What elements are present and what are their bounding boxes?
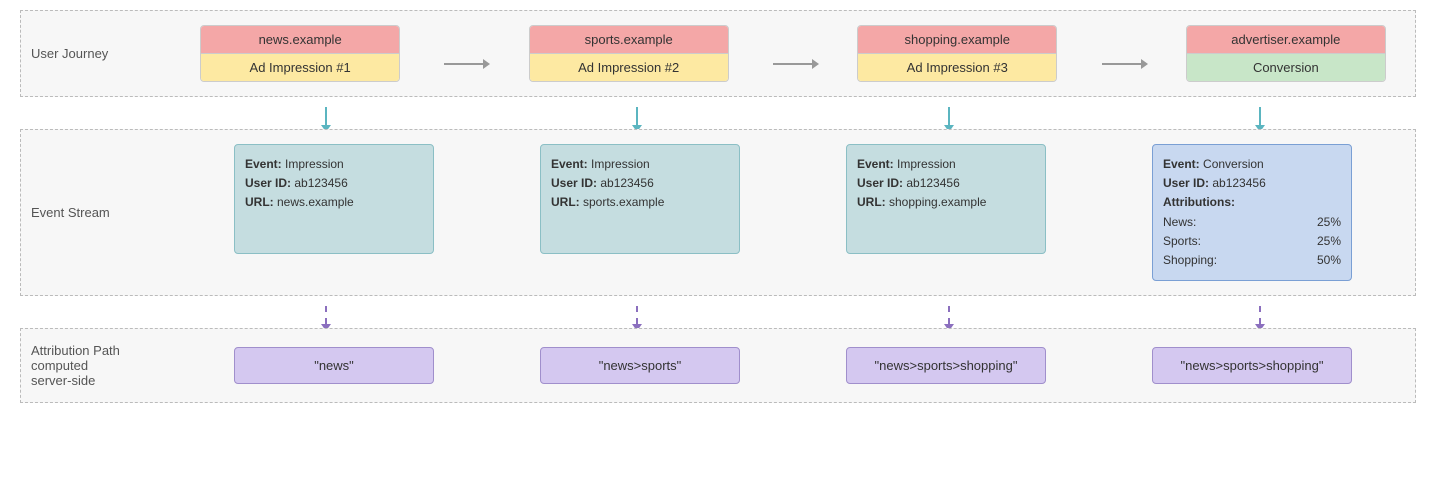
event-box-4-shopping: Shopping: 50% (1163, 251, 1341, 270)
event-box-2: Event: Impression User ID: ab123456 URL:… (540, 144, 740, 254)
journey-site-1: news.example (201, 26, 399, 54)
attribution-section: Attribution Path computed server-side "n… (20, 328, 1416, 403)
journey-event-2: Ad Impression #2 (530, 54, 728, 81)
attr-box-4: "news>sports>shopping" (1152, 347, 1352, 384)
event-box-4-sports-val: 25% (1317, 232, 1341, 251)
h-arrow-3 (1096, 63, 1148, 65)
user-journey-label: User Journey (31, 46, 181, 61)
journey-site-2: sports.example (530, 26, 728, 54)
teal-arrow-line-2 (636, 107, 638, 125)
journey-event-3: Ad Impression #3 (858, 54, 1056, 81)
h-arrow-2 (767, 63, 819, 65)
event-box-4-shopping-val: 50% (1317, 251, 1341, 270)
event-box-1: Event: Impression User ID: ab123456 URL:… (234, 144, 434, 254)
event-stream-section: Event Stream Event: Impression User ID: … (20, 129, 1416, 296)
teal-arrow-line-3 (948, 107, 950, 125)
h-arrow-1 (438, 63, 490, 65)
event-box-4-sports-label: Sports: (1163, 232, 1201, 251)
purple-arrow-dashed-4 (1259, 306, 1261, 324)
journey-box-3: shopping.example Ad Impression #3 (857, 25, 1057, 82)
event-box-2-event: Event: Impression (551, 155, 729, 174)
journey-box-2: sports.example Ad Impression #2 (529, 25, 729, 82)
h-arrow-line-1 (444, 63, 484, 65)
teal-arrows-row (170, 103, 1416, 132)
event-box-3-event: Event: Impression (857, 155, 1035, 174)
teal-arrow-line-1 (325, 107, 327, 125)
h-arrow-line-3 (1102, 63, 1142, 65)
event-box-3-url: URL: shopping.example (857, 193, 1035, 212)
event-box-2-userid: User ID: ab123456 (551, 174, 729, 193)
event-box-3-userid: User ID: ab123456 (857, 174, 1035, 193)
journey-site-3: shopping.example (858, 26, 1056, 54)
event-stream-label: Event Stream (31, 205, 181, 220)
h-arrow-line-2 (773, 63, 813, 65)
journey-box-1: news.example Ad Impression #1 (200, 25, 400, 82)
attr-box-3: "news>sports>shopping" (846, 347, 1046, 384)
event-box-2-url: URL: sports.example (551, 193, 729, 212)
journey-box-4: advertiser.example Conversion (1186, 25, 1386, 82)
event-box-1-url: URL: news.example (245, 193, 423, 212)
event-box-4-userid: User ID: ab123456 (1163, 174, 1341, 193)
diagram: User Journey news.example Ad Impression … (0, 0, 1436, 413)
purple-arrow-dashed-2 (636, 306, 638, 324)
journey-col-1: news.example Ad Impression #1 (200, 25, 400, 82)
journey-event-1: Ad Impression #1 (201, 54, 399, 81)
event-box-4-attributions-label: Attributions: (1163, 193, 1341, 212)
journey-event-4: Conversion (1187, 54, 1385, 81)
journey-site-4: advertiser.example (1187, 26, 1385, 54)
purple-arrow-dashed-3 (948, 306, 950, 324)
purple-arrow-dashed-1 (325, 306, 327, 324)
attr-box-2: "news>sports" (540, 347, 740, 384)
attribution-label: Attribution Path computed server-side (31, 343, 181, 388)
journey-col-2: sports.example Ad Impression #2 (529, 25, 729, 82)
purple-arrows-row (170, 302, 1416, 331)
event-box-4-shopping-label: Shopping: (1163, 251, 1217, 270)
user-journey-section: User Journey news.example Ad Impression … (20, 10, 1416, 97)
teal-arrow-line-4 (1259, 107, 1261, 125)
event-box-4-event: Event: Conversion (1163, 155, 1341, 174)
event-box-4-news: News: 25% (1163, 213, 1341, 232)
event-box-1-event: Event: Impression (245, 155, 423, 174)
event-box-3: Event: Impression User ID: ab123456 URL:… (846, 144, 1046, 254)
event-box-4: Event: Conversion User ID: ab123456 Attr… (1152, 144, 1352, 281)
event-stream-columns: Event: Impression User ID: ab123456 URL:… (181, 144, 1405, 281)
attr-box-1: "news" (234, 347, 434, 384)
event-box-4-news-val: 25% (1317, 213, 1341, 232)
journey-col-3: shopping.example Ad Impression #3 (857, 25, 1057, 82)
event-box-1-userid: User ID: ab123456 (245, 174, 423, 193)
attribution-columns: "news" "news>sports" "news>sports>shoppi… (181, 347, 1405, 384)
user-journey-columns: news.example Ad Impression #1 sports.exa… (181, 25, 1405, 82)
event-box-4-news-label: News: (1163, 213, 1196, 232)
journey-col-4: advertiser.example Conversion (1186, 25, 1386, 82)
event-box-4-sports: Sports: 25% (1163, 232, 1341, 251)
